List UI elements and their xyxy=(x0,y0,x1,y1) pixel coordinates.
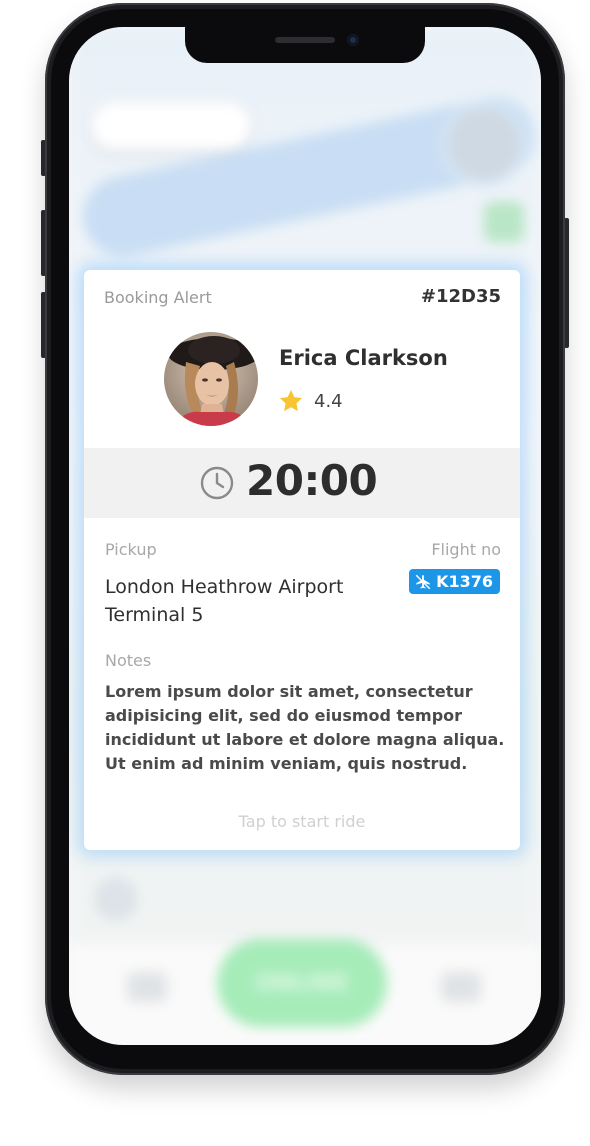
start-ride-prompt[interactable]: Tap to start ride xyxy=(84,812,520,831)
pickup-time-band: 20:00 xyxy=(84,448,520,518)
map-park xyxy=(484,202,524,242)
booking-alert-card[interactable]: Booking Alert #12D35 Erica Clarkson 4.4 … xyxy=(84,270,520,850)
search-pill xyxy=(91,102,251,150)
notes-text: Lorem ipsum dolor sit amet, consectetur … xyxy=(105,682,505,773)
profile-avatar xyxy=(447,107,521,181)
booking-id: #12D35 xyxy=(420,286,501,307)
account-tab-icon xyxy=(441,972,481,1002)
pickup-location: London Heathrow Airport Terminal 5 xyxy=(105,576,344,626)
booking-alert-title: Booking Alert xyxy=(104,288,212,307)
flight-number-badge: K1376 xyxy=(409,569,500,594)
driver-name: Erica Clarkson xyxy=(279,346,448,370)
front-camera xyxy=(347,34,359,46)
phone-notch xyxy=(185,27,425,63)
flight-no-label: Flight no xyxy=(431,540,501,559)
driver-photo-icon xyxy=(164,332,258,426)
star-icon xyxy=(279,389,303,412)
speaker-grille xyxy=(275,37,335,43)
pickup-time: 20:00 xyxy=(246,456,378,505)
notes-label: Notes xyxy=(105,651,152,670)
rating-value: 4.4 xyxy=(314,391,343,412)
locate-button xyxy=(94,877,138,921)
driver-info: Erica Clarkson 4.4 xyxy=(164,332,484,430)
earnings-tab-icon xyxy=(127,972,167,1002)
airplane-icon xyxy=(415,574,431,589)
online-toggle-button: ONLINE xyxy=(217,939,387,1027)
flight-number: K1376 xyxy=(436,572,493,591)
online-toggle-label: ONLINE xyxy=(255,971,349,996)
phone-screen: ONLINE Booking Alert #12D35 Erica Clarks… xyxy=(69,27,541,1045)
mockup-stage: ONLINE Booking Alert #12D35 Erica Clarks… xyxy=(0,0,590,1146)
card-header: Booking Alert #12D35 xyxy=(104,286,501,310)
driver-avatar xyxy=(164,332,258,426)
clock-icon xyxy=(200,466,234,500)
pickup-label: Pickup xyxy=(105,540,157,559)
